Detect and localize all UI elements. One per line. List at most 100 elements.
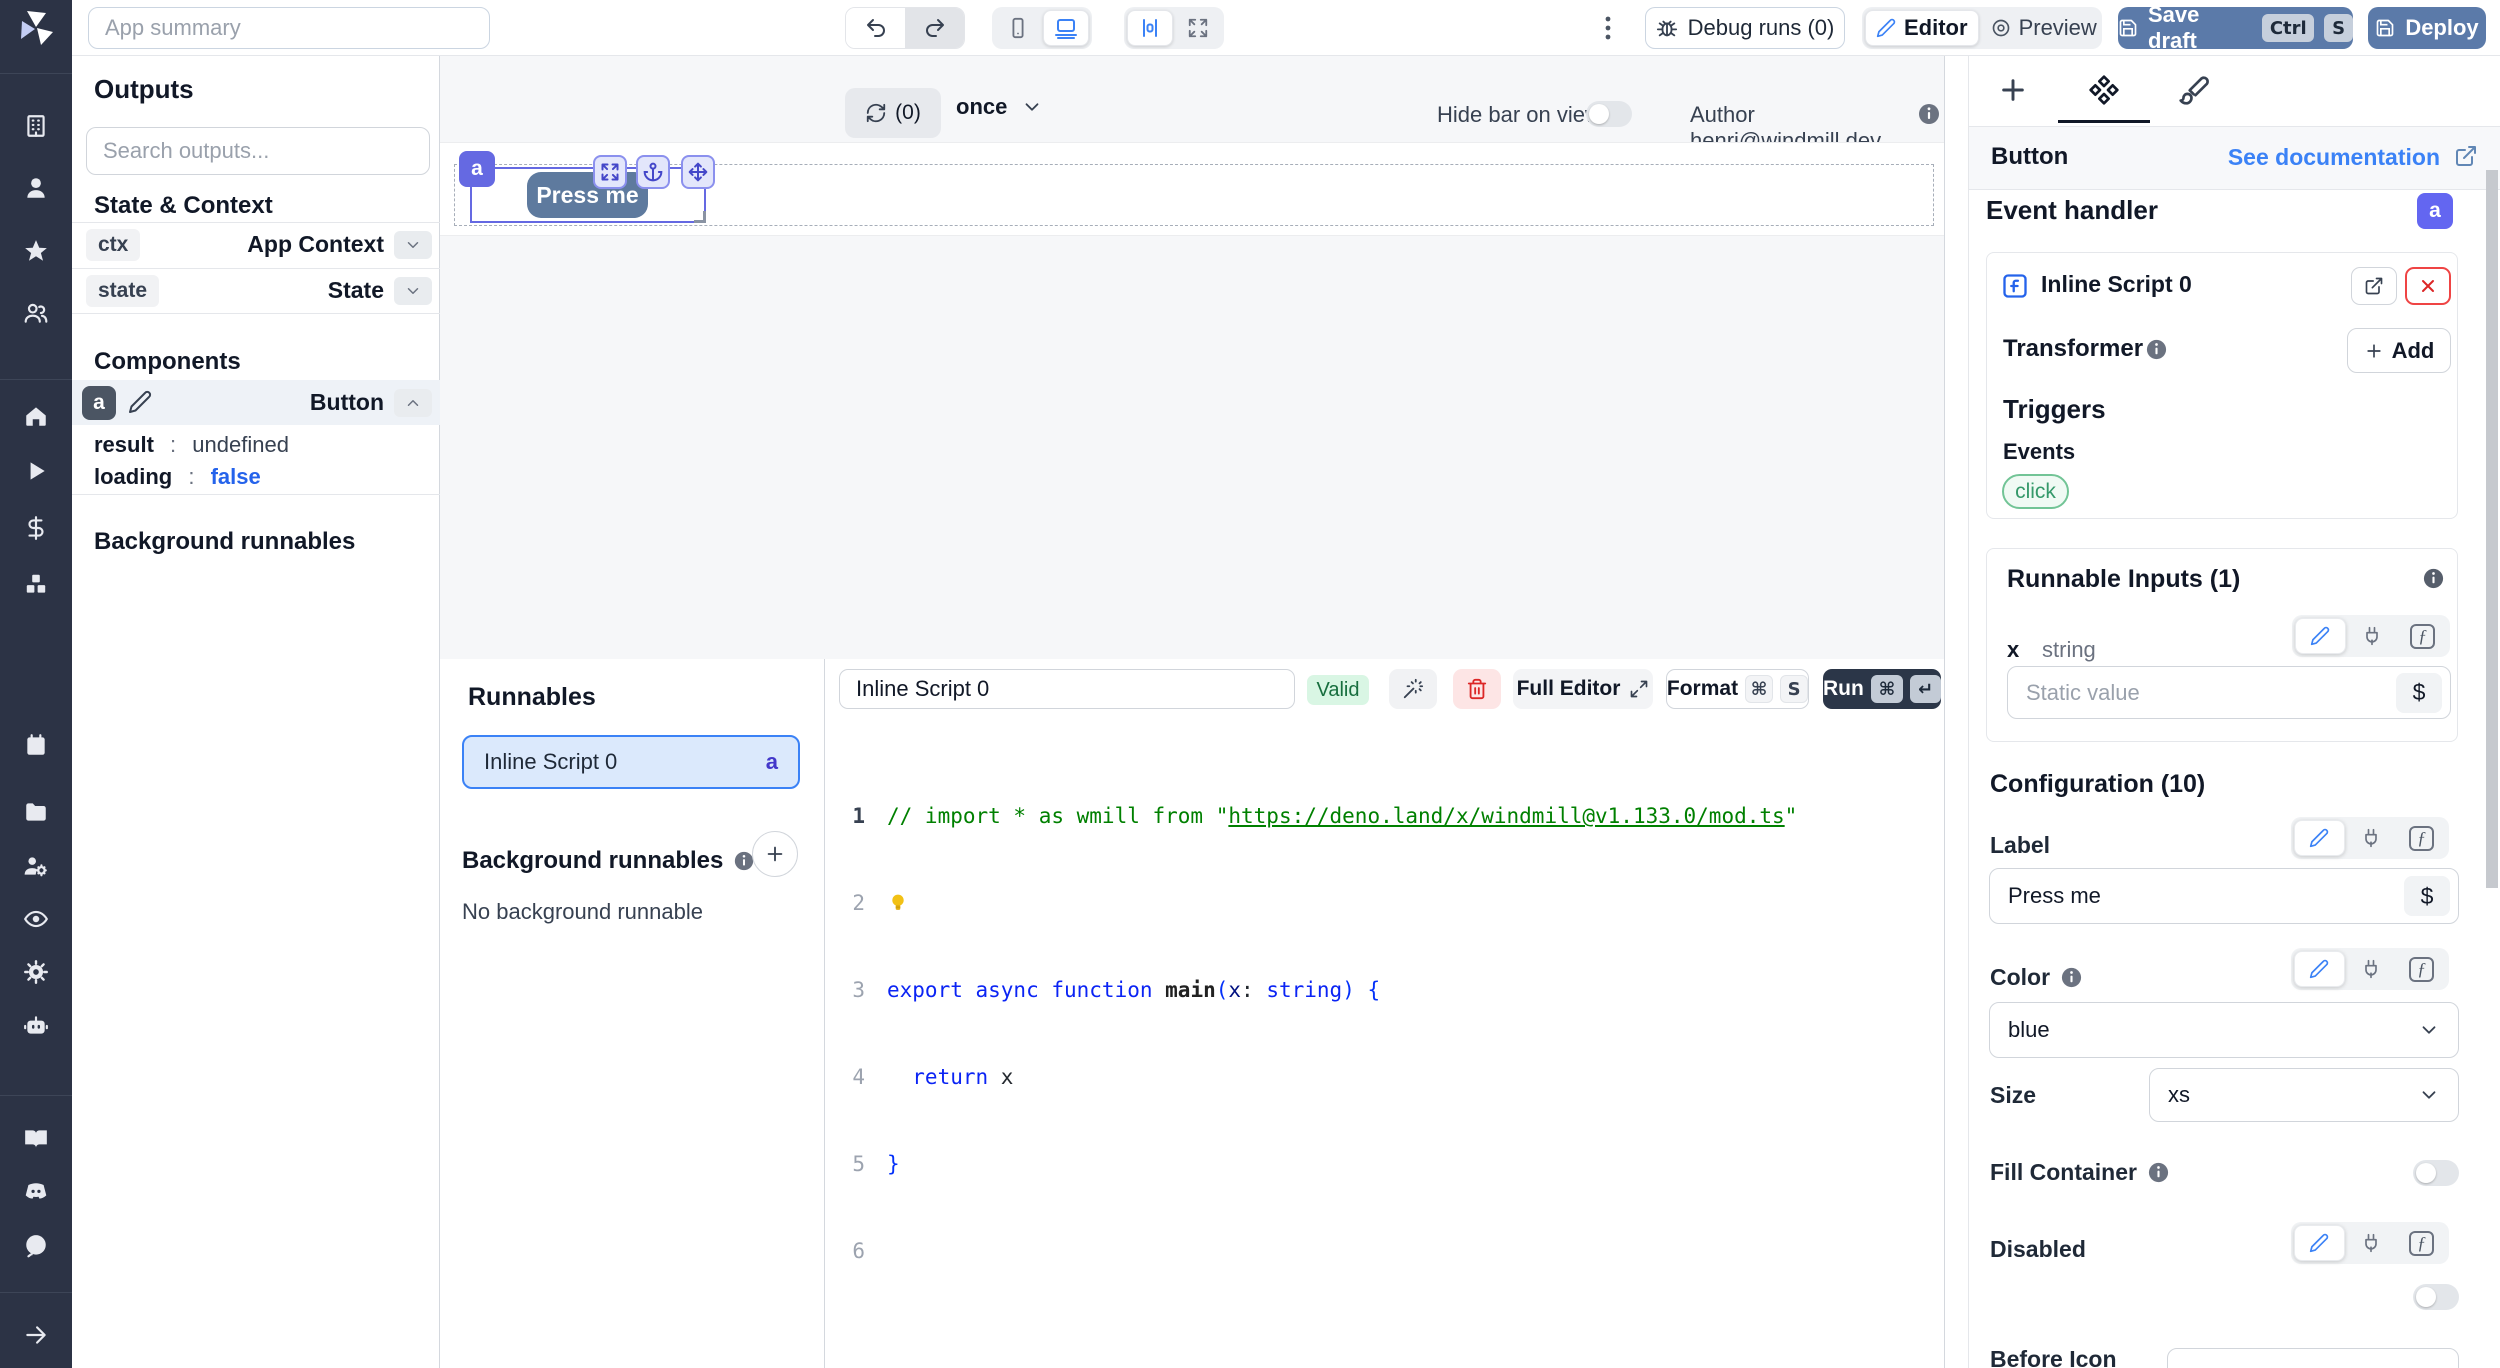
before-icon-select[interactable]: [2167, 1348, 2459, 1368]
connect-mode-button[interactable]: [2347, 1225, 2396, 1261]
favorites-star-icon[interactable]: [23, 238, 49, 264]
detach-runnable-button[interactable]: [2405, 267, 2451, 305]
tab-insert-component[interactable]: [1997, 74, 2029, 106]
open-runnable-button[interactable]: [2351, 267, 2397, 305]
script-name-input[interactable]: [856, 676, 1278, 702]
info-icon[interactable]: [2147, 1161, 2170, 1184]
debug-runs-button[interactable]: Debug runs (0): [1645, 7, 1845, 49]
format-button[interactable]: Format ⌘ S: [1666, 669, 1809, 709]
static-mode-button[interactable]: [2294, 1225, 2345, 1261]
ctx-expand-button[interactable]: [394, 231, 432, 259]
github-icon[interactable]: [23, 1233, 49, 1259]
variables-dollar-icon[interactable]: [23, 515, 49, 541]
eval-mode-button[interactable]: ƒ: [2397, 820, 2446, 856]
info-icon[interactable]: [2145, 338, 2168, 361]
discord-icon[interactable]: [23, 1178, 49, 1204]
static-mode-button[interactable]: [2294, 951, 2345, 987]
active-tab-underline: [2058, 120, 2150, 123]
refresh-button[interactable]: (0): [845, 88, 941, 138]
undo-button[interactable]: [846, 8, 905, 48]
docs-book-icon[interactable]: [23, 1126, 49, 1152]
search-outputs-input[interactable]: [86, 127, 430, 175]
external-link-icon[interactable]: [2454, 144, 2478, 168]
resize-corner-handle[interactable]: [694, 211, 706, 223]
info-icon[interactable]: [2060, 966, 2083, 989]
connect-mode-button[interactable]: [2347, 951, 2396, 987]
ai-wand-button[interactable]: [1389, 669, 1437, 709]
app-summary-input[interactable]: [88, 7, 490, 49]
home-icon[interactable]: [23, 403, 49, 429]
fill-container-toggle[interactable]: [2413, 1160, 2459, 1186]
redo-button[interactable]: [905, 8, 964, 48]
deploy-button[interactable]: Deploy: [2368, 7, 2486, 49]
lightbulb-icon[interactable]: [887, 892, 909, 914]
run-button[interactable]: Run ⌘ ↵: [1823, 669, 1941, 709]
runnable-item-inline-script-0[interactable]: Inline Script 0 a: [462, 735, 800, 789]
ctx-row[interactable]: ctx App Context: [72, 222, 440, 268]
see-documentation-link[interactable]: See documentation: [2228, 144, 2440, 171]
fullwidth-button[interactable]: [1175, 10, 1221, 46]
size-select[interactable]: xs: [2149, 1068, 2459, 1122]
audit-eye-icon[interactable]: [23, 906, 49, 932]
delete-script-button[interactable]: [1453, 669, 1501, 709]
static-mode-button[interactable]: [2295, 618, 2346, 654]
save-draft-button[interactable]: Save draft Ctrl S: [2118, 7, 2353, 49]
sidebar-divider: [0, 379, 72, 380]
eval-mode-button[interactable]: ƒ: [2397, 951, 2446, 987]
scrollbar-thumb[interactable]: [2486, 170, 2498, 888]
schedules-calendar-icon[interactable]: [23, 732, 49, 758]
tab-editor[interactable]: Editor: [1865, 10, 1979, 46]
eval-mode-button[interactable]: ƒ: [2398, 618, 2447, 654]
connect-mode-button[interactable]: [2348, 618, 2397, 654]
state-row[interactable]: state State: [72, 268, 440, 313]
trash-icon: [1466, 678, 1488, 700]
press-me-button[interactable]: Press me: [527, 172, 648, 218]
move-handle[interactable]: [681, 155, 715, 189]
add-background-runnable-button[interactable]: [752, 831, 798, 877]
tab-preview[interactable]: Preview: [1981, 10, 2107, 46]
connect-dollar-button[interactable]: $: [2396, 673, 2442, 713]
tab-styling[interactable]: [2178, 74, 2210, 106]
color-setting-name: Color: [1990, 964, 2083, 991]
kbd-s: S: [1780, 675, 1808, 703]
component-collapse-button[interactable]: [394, 389, 432, 417]
color-select[interactable]: blue: [1989, 1002, 2459, 1058]
settings-gear-icon[interactable]: [23, 959, 49, 985]
add-transformer-button[interactable]: Add: [2347, 328, 2451, 373]
schedule-select[interactable]: once: [956, 94, 1043, 120]
move-icon: [688, 162, 708, 182]
rename-pencil-icon[interactable]: [128, 390, 152, 414]
desktop-view-button[interactable]: [1043, 10, 1089, 46]
eval-mode-button[interactable]: ƒ: [2397, 1225, 2446, 1261]
tab-component-settings[interactable]: [2088, 74, 2120, 106]
disabled-toggle[interactable]: [2413, 1284, 2459, 1310]
ai-bot-icon[interactable]: [23, 1013, 49, 1039]
state-expand-button[interactable]: [394, 277, 432, 305]
mobile-view-button[interactable]: [995, 10, 1041, 46]
connect-mode-button[interactable]: [2347, 820, 2396, 856]
static-mode-button[interactable]: [2294, 820, 2345, 856]
code-editor[interactable]: 1 2 3 4 5 6 // import * as wmill from "h…: [825, 729, 1945, 1368]
workspace-building-icon[interactable]: [23, 113, 49, 139]
triggers-block: Triggers Events click: [1987, 382, 2457, 518]
static-value-input[interactable]: [2026, 680, 2432, 706]
windmill-logo-icon[interactable]: [16, 8, 56, 48]
folders-icon[interactable]: [23, 799, 49, 825]
info-icon[interactable]: [2422, 567, 2445, 590]
collapse-arrow-right-icon[interactable]: [23, 1322, 49, 1348]
runs-play-icon[interactable]: [23, 458, 49, 484]
info-icon[interactable]: [1917, 102, 1941, 126]
user-icon[interactable]: [23, 175, 49, 201]
groups-users-cog-icon[interactable]: [23, 853, 49, 879]
expand-handle[interactable]: [593, 155, 627, 189]
anchor-handle[interactable]: [636, 155, 670, 189]
label-value-input[interactable]: [2008, 883, 2440, 909]
full-editor-button[interactable]: Full Editor: [1513, 669, 1653, 709]
connect-dollar-button[interactable]: $: [2404, 876, 2450, 916]
more-menu-kebab-icon[interactable]: [1596, 14, 1620, 42]
hide-bar-toggle[interactable]: [1586, 101, 1632, 127]
center-content-button[interactable]: [1127, 10, 1173, 46]
resources-boxes-icon[interactable]: [23, 571, 49, 597]
users-icon[interactable]: [23, 300, 49, 326]
component-row-a[interactable]: a Button: [72, 380, 440, 425]
